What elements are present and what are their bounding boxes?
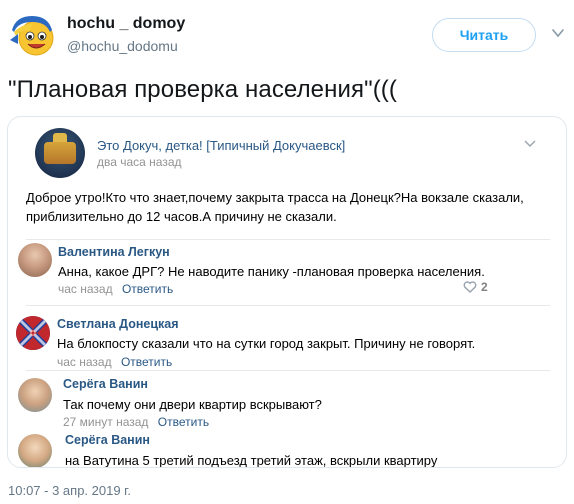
reply-link: Ответить — [157, 415, 210, 429]
comment-author: Светлана Донецкая — [57, 317, 179, 331]
tweet-timestamp[interactable]: 10:07 - 3 апр. 2019 г. — [8, 483, 131, 498]
tweet-text: "Плановая проверка населения"((( — [8, 76, 397, 103]
group-name: Это Докуч, детка! [Типичный Докучаевск] — [97, 138, 346, 153]
reply-link: Ответить — [120, 355, 173, 369]
divider — [26, 239, 550, 240]
divider — [26, 370, 550, 371]
user-avatar[interactable] — [8, 10, 56, 58]
post-text: Доброе утро!Кто что знает,почему закрыта… — [26, 190, 524, 224]
commenter-avatar — [16, 316, 50, 350]
chevron-down-icon[interactable] — [551, 26, 565, 40]
flag-icon — [16, 316, 50, 350]
like-count: 2 — [481, 280, 488, 294]
comment-author: Серёга Ванин — [63, 377, 148, 391]
like-counter: 2 — [463, 280, 488, 294]
comment-meta: час назад Ответить — [57, 355, 172, 369]
user-handle[interactable]: @hochu_dodomu — [67, 38, 178, 54]
comment-author: Валентина Легкун — [58, 245, 170, 259]
post-time: два часа назад — [97, 155, 182, 169]
comment-text: На блокпосту сказали что на сутки город … — [57, 336, 476, 351]
comment-time: час назад — [58, 282, 113, 296]
chevron-down-icon — [524, 140, 536, 148]
attached-screenshot[interactable]: Это Докуч, детка! [Типичный Докучаевск] … — [7, 116, 567, 468]
comment-text: Анна, какое ДРГ? Не наводите панику -пла… — [58, 264, 485, 279]
reply-link: Ответить — [121, 282, 174, 296]
crest-shield-icon — [44, 142, 76, 164]
comment-meta: час назад Ответить — [58, 282, 173, 296]
comment-author: Серёга Ванин — [65, 433, 150, 447]
display-name[interactable]: hochu _ domoy — [67, 15, 185, 33]
divider — [26, 305, 550, 306]
commenter-avatar — [18, 434, 52, 467]
commenter-avatar — [18, 243, 52, 277]
commenter-avatar — [18, 378, 52, 412]
heart-icon — [463, 281, 477, 293]
comment-time: 27 минут назад — [63, 415, 149, 429]
comment-meta: 27 минут назад Ответить — [63, 415, 209, 429]
comment-text: Так почему они двери квартир вскрывают? — [63, 397, 322, 412]
comment-time: час назад — [57, 355, 112, 369]
group-avatar — [35, 128, 85, 178]
follow-button[interactable]: Читать — [432, 18, 536, 52]
comment-text: на Ватутина 5 третий подъезд третий этаж… — [65, 453, 438, 468]
